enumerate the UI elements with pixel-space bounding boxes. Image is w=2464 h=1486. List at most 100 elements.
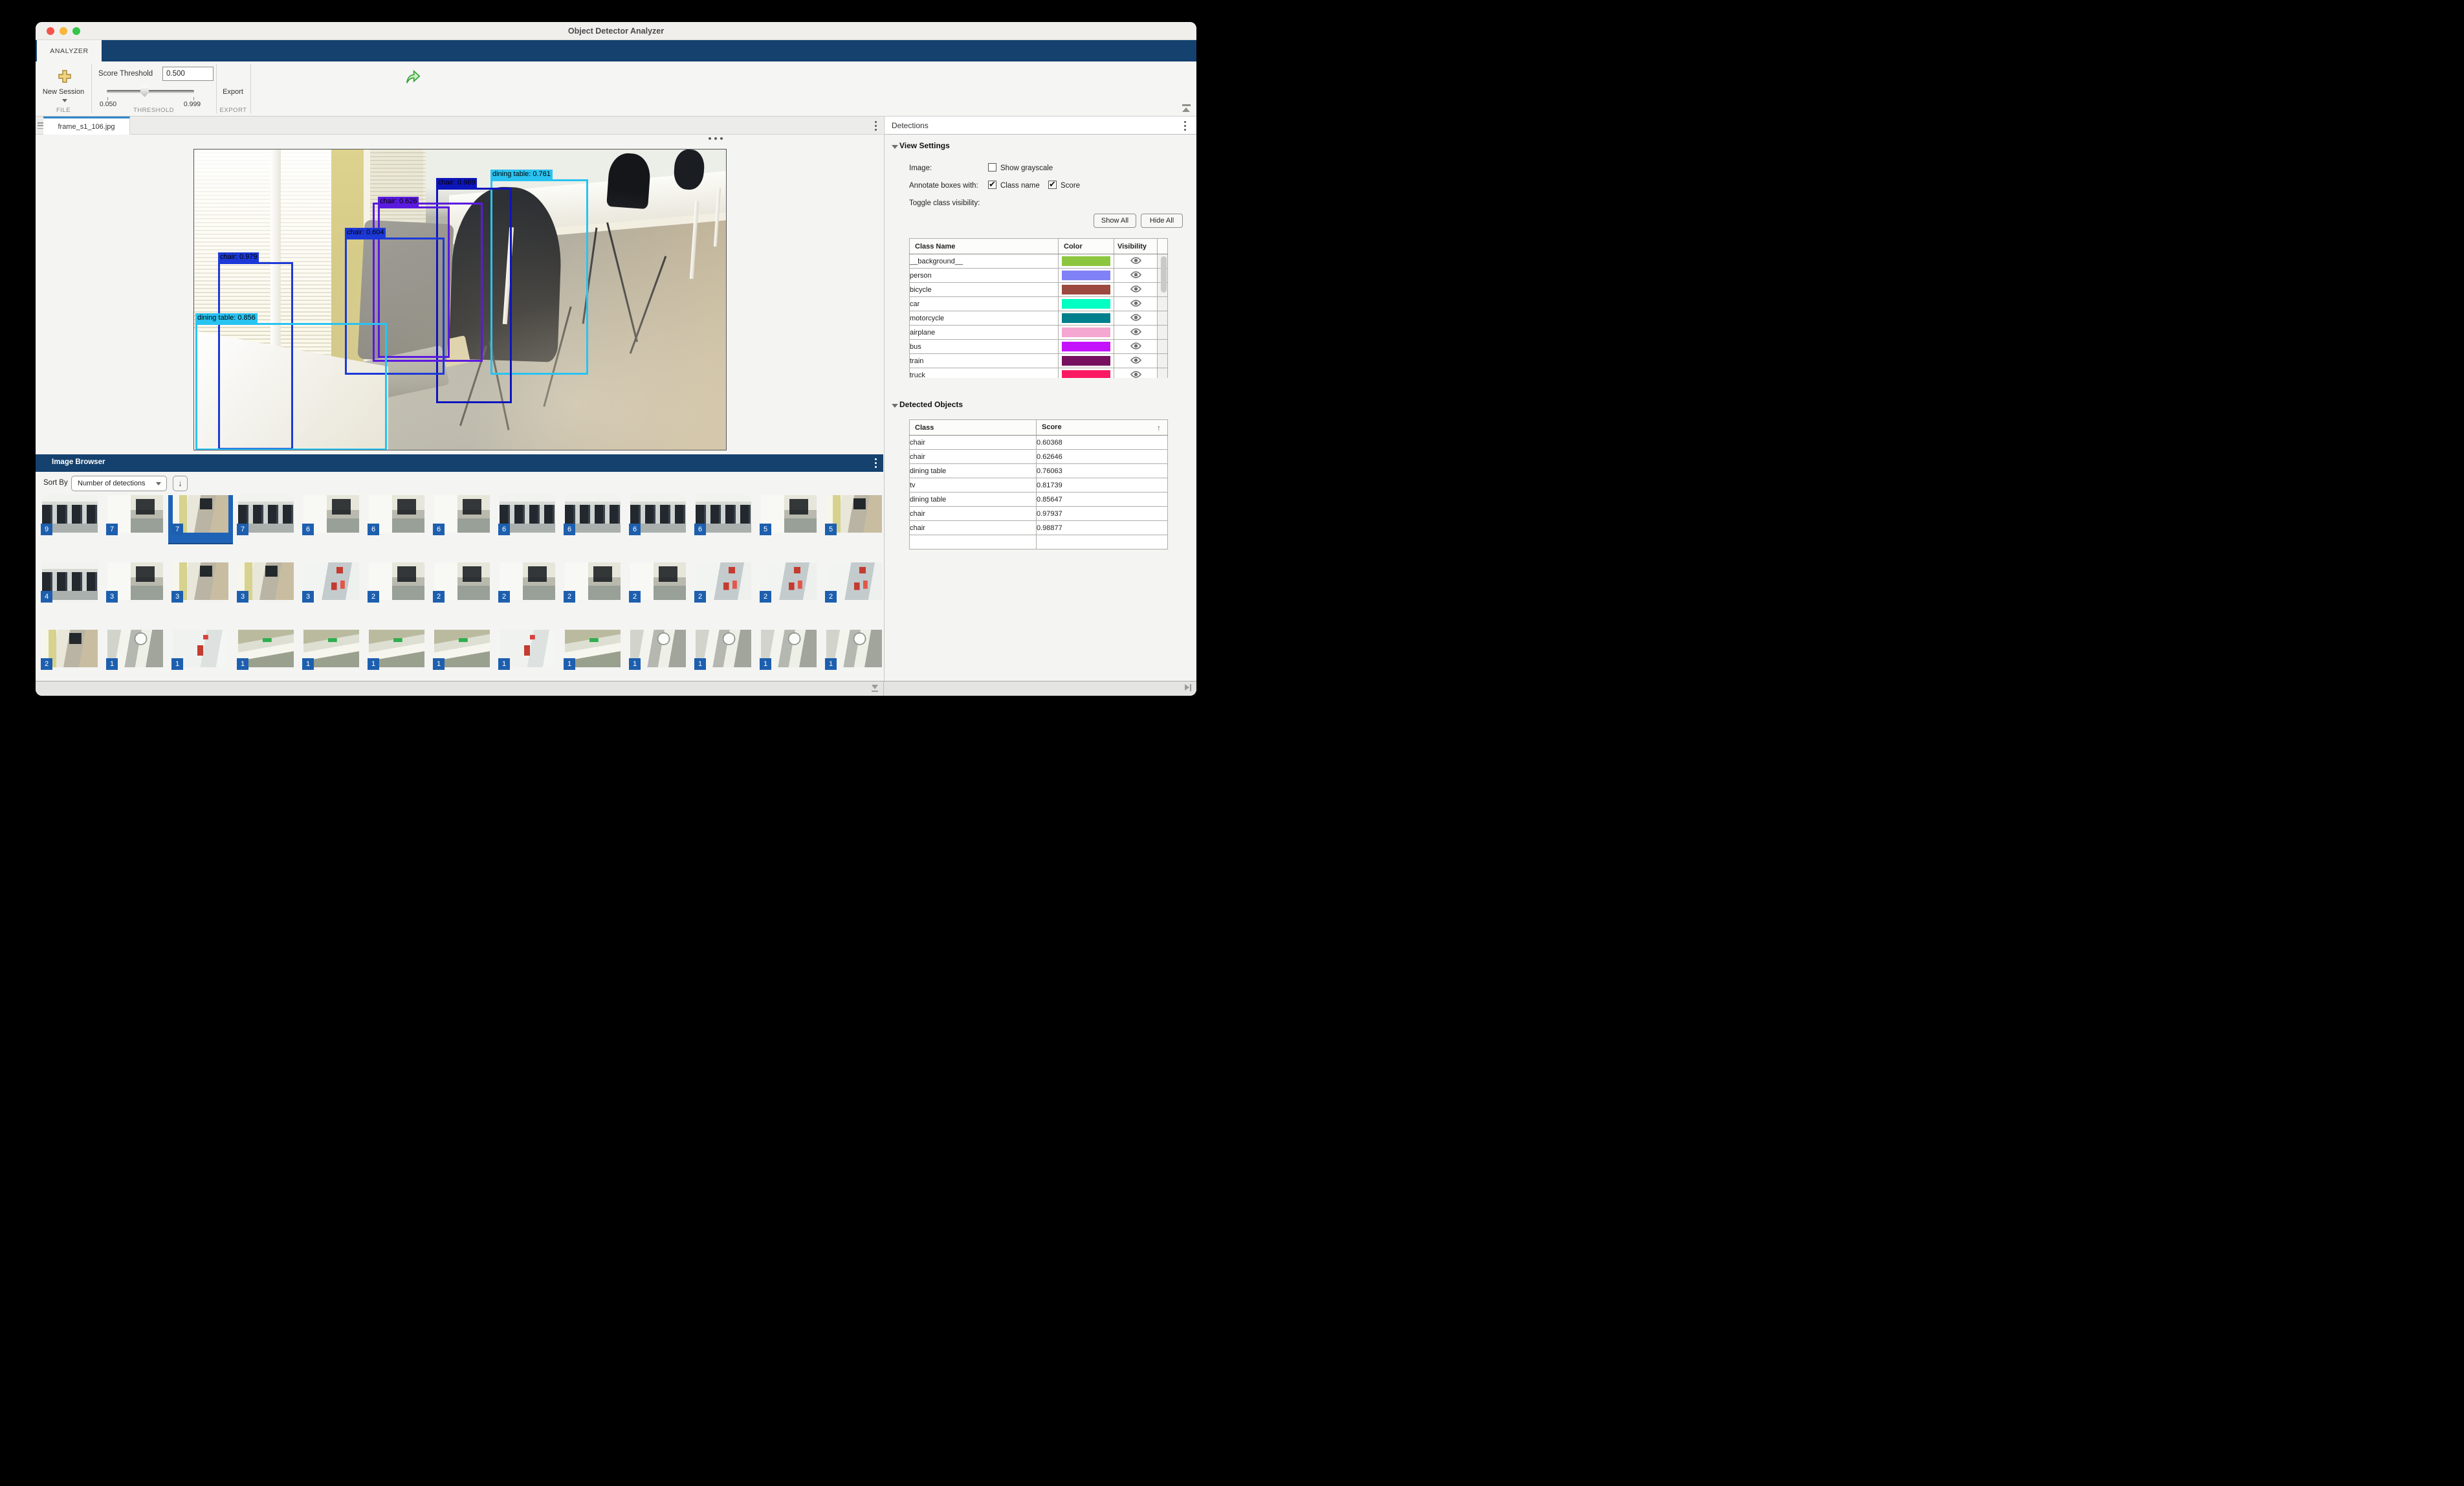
class-row-airplane[interactable]: airplane — [910, 326, 1168, 340]
hide-all-button[interactable]: Hide All — [1141, 214, 1183, 228]
class-color-cell[interactable] — [1059, 354, 1114, 368]
thumbnail-image[interactable]: 2 — [434, 562, 490, 600]
tab-frame-s1-106[interactable]: frame_s1_106.jpg — [43, 116, 130, 135]
thumbnail-image[interactable]: 1 — [369, 630, 424, 667]
eye-icon[interactable] — [1130, 272, 1141, 280]
thumbnail-image[interactable]: 5 — [826, 495, 882, 533]
thumbnail-image[interactable]: 1 — [500, 630, 555, 667]
class-row-car[interactable]: car — [910, 297, 1168, 311]
image-browser-kebab-icon[interactable] — [875, 458, 877, 468]
export-button[interactable]: Export — [216, 64, 250, 109]
scroll-down-indicator-icon[interactable] — [870, 685, 879, 693]
thumbnail-image[interactable]: 3 — [303, 562, 359, 600]
class-color-cell[interactable] — [1059, 326, 1114, 340]
collapse-ribbon-icon[interactable] — [1181, 104, 1191, 112]
thumbnail-image[interactable]: 2 — [565, 562, 621, 600]
sort-direction-button[interactable]: ↓ — [173, 476, 188, 491]
class-visibility-cell[interactable] — [1114, 326, 1158, 340]
detected-object-row[interactable]: chair0.60368 — [910, 436, 1168, 450]
thumbnail-image[interactable]: 1 — [238, 630, 294, 667]
tab-analyzer[interactable]: ANALYZER — [37, 40, 102, 61]
eye-icon[interactable] — [1130, 315, 1141, 323]
thumbnail-image[interactable]: 2 — [696, 562, 751, 600]
view-settings-collapse-icon[interactable] — [892, 145, 898, 149]
class-row-motorcycle[interactable]: motorcycle — [910, 311, 1168, 326]
score-threshold-input[interactable] — [162, 67, 214, 81]
class-name-checkbox[interactable] — [988, 181, 996, 189]
color-swatch[interactable] — [1062, 370, 1110, 378]
thumbnail-image[interactable]: 6 — [434, 495, 490, 533]
class-color-cell[interactable] — [1059, 254, 1114, 269]
thumbnail-image[interactable]: 7 — [107, 495, 163, 533]
show-grayscale-checkbox[interactable] — [988, 163, 996, 172]
color-swatch[interactable] — [1062, 327, 1110, 337]
thumbnail-image[interactable]: 3 — [238, 562, 294, 600]
detected-object-row[interactable]: chair0.98877 — [910, 521, 1168, 535]
thumbnail-image[interactable]: 9 — [42, 495, 98, 533]
thumbnail-image[interactable]: 1 — [173, 630, 228, 667]
color-swatch[interactable] — [1062, 271, 1110, 280]
thumbnail-image[interactable]: 1 — [303, 630, 359, 667]
thumbnail-image[interactable]: 1 — [434, 630, 490, 667]
eye-icon[interactable] — [1130, 287, 1141, 294]
thumbnail-image[interactable]: 6 — [696, 495, 751, 533]
thumbnail-image[interactable]: 5 — [761, 495, 817, 533]
class-color-cell[interactable] — [1059, 311, 1114, 326]
detections-panel-kebab-icon[interactable] — [1184, 121, 1186, 131]
class-visibility-cell[interactable] — [1114, 368, 1158, 379]
color-swatch[interactable] — [1062, 256, 1110, 266]
eye-icon[interactable] — [1130, 329, 1141, 337]
annotated-image[interactable]: dining table: 0.761chair: 0.989chair: 0.… — [193, 149, 727, 450]
score-checkbox[interactable] — [1048, 181, 1057, 189]
class-visibility-cell[interactable] — [1114, 354, 1158, 368]
thumbnail-image[interactable]: 6 — [630, 495, 686, 533]
score-threshold-slider[interactable] — [107, 90, 194, 93]
class-color-cell[interactable] — [1059, 269, 1114, 283]
class-visibility-cell[interactable] — [1114, 297, 1158, 311]
sort-by-dropdown[interactable]: Number of detections — [71, 476, 167, 491]
thumbnail-image[interactable]: 1 — [630, 630, 686, 667]
color-swatch[interactable] — [1062, 285, 1110, 294]
thumbnail-image[interactable]: 7 — [173, 495, 228, 533]
detected-objects-collapse-icon[interactable] — [892, 404, 898, 408]
thumbnail-image[interactable]: 1 — [826, 630, 882, 667]
objects-header-score[interactable]: Score↑ — [1037, 420, 1168, 436]
class-row-background[interactable]: __background__ — [910, 254, 1168, 269]
class-row-bicycle[interactable]: bicycle — [910, 283, 1168, 297]
new-session-button[interactable]: New Session — [36, 64, 91, 109]
thumbnail-image[interactable]: 6 — [500, 495, 555, 533]
document-options-kebab-icon[interactable] — [875, 121, 877, 131]
class-color-cell[interactable] — [1059, 340, 1114, 354]
detected-object-row[interactable]: chair0.62646 — [910, 450, 1168, 464]
class-row-truck[interactable]: truck — [910, 368, 1168, 379]
thumbnail-image[interactable]: 7 — [238, 495, 294, 533]
color-swatch[interactable] — [1062, 313, 1110, 323]
detected-object-row[interactable]: chair0.97937 — [910, 507, 1168, 521]
sort-ascending-icon[interactable]: ↑ — [1157, 423, 1161, 432]
scroll-right-indicator-icon[interactable] — [1185, 684, 1191, 693]
eye-icon[interactable] — [1130, 344, 1141, 351]
objects-header-class[interactable]: Class — [910, 420, 1037, 436]
slider-thumb[interactable] — [140, 86, 149, 97]
class-color-cell[interactable] — [1059, 297, 1114, 311]
eye-icon[interactable] — [1130, 301, 1141, 309]
viewer-overflow-menu-icon[interactable] — [709, 137, 723, 140]
class-table-header-name[interactable]: Class Name — [910, 239, 1059, 254]
class-visibility-cell[interactable] — [1114, 311, 1158, 326]
class-table-scrollbar[interactable] — [1161, 256, 1167, 293]
thumbnail-image[interactable]: 1 — [696, 630, 751, 667]
thumbnail-image[interactable]: 2 — [630, 562, 686, 600]
thumbnail-image[interactable]: 4 — [42, 562, 98, 600]
eye-icon[interactable] — [1130, 372, 1141, 379]
class-row-person[interactable]: person — [910, 269, 1168, 283]
thumbnail-image[interactable]: 2 — [826, 562, 882, 600]
class-visibility-cell[interactable] — [1114, 340, 1158, 354]
color-swatch[interactable] — [1062, 356, 1110, 366]
thumbnail-image[interactable]: 6 — [303, 495, 359, 533]
class-visibility-cell[interactable] — [1114, 283, 1158, 297]
thumbnail-image[interactable]: 2 — [500, 562, 555, 600]
detection-box-dining-table[interactable] — [195, 323, 387, 450]
thumbnail-image[interactable]: 3 — [107, 562, 163, 600]
color-swatch[interactable] — [1062, 299, 1110, 309]
thumbnail-image[interactable]: 2 — [42, 630, 98, 667]
